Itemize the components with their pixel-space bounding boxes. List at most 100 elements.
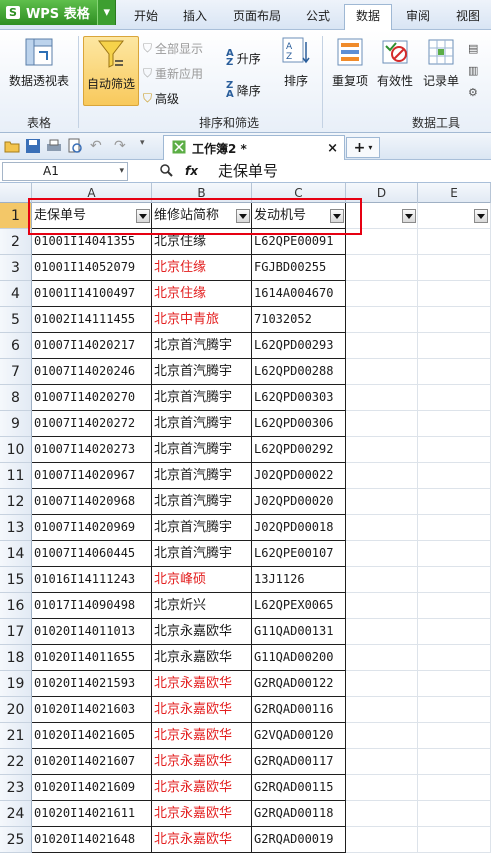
row-header[interactable]: 13: [0, 515, 32, 541]
column-header-d[interactable]: D: [346, 183, 418, 203]
name-box[interactable]: A1 ▾: [2, 162, 128, 181]
cell-station[interactable]: 北京永嘉欧华: [152, 619, 252, 645]
cell-order-no[interactable]: 01007I14020969: [32, 515, 152, 541]
cell-station[interactable]: 北京永嘉欧华: [152, 645, 252, 671]
row-header[interactable]: 5: [0, 307, 32, 333]
empty-cell[interactable]: [418, 593, 491, 619]
empty-cell[interactable]: [346, 619, 418, 645]
cell-station[interactable]: 北京永嘉欧华: [152, 749, 252, 775]
row-header[interactable]: 11: [0, 463, 32, 489]
cell-engine-no[interactable]: L62QPD00293: [252, 333, 346, 359]
wps-app-menu-button[interactable]: S WPS 表格 ▾: [0, 0, 116, 25]
cell-order-no[interactable]: 01020I14011655: [32, 645, 152, 671]
cell-engine-no[interactable]: G2RQAD00118: [252, 801, 346, 827]
column-header-c[interactable]: C: [252, 183, 346, 203]
cell-station[interactable]: 北京住缘: [152, 255, 252, 281]
empty-cell[interactable]: [418, 723, 491, 749]
cell-station[interactable]: 北京首汽腾宇: [152, 437, 252, 463]
empty-cell[interactable]: [418, 827, 491, 853]
print-preview-icon[interactable]: [67, 138, 83, 154]
row-header[interactable]: 15: [0, 567, 32, 593]
column-header-e[interactable]: E: [418, 183, 491, 203]
sort-descending-button[interactable]: ZA 降序: [226, 80, 261, 100]
row-header[interactable]: 4: [0, 281, 32, 307]
empty-cell[interactable]: [346, 437, 418, 463]
undo-icon[interactable]: ↶: [90, 138, 106, 154]
chevron-down-icon[interactable]: ▾: [140, 138, 156, 154]
row-header[interactable]: 17: [0, 619, 32, 645]
empty-cell[interactable]: [418, 255, 491, 281]
empty-cell[interactable]: [346, 593, 418, 619]
cell-engine-no[interactable]: G2RQAD00116: [252, 697, 346, 723]
cell-station[interactable]: 北京永嘉欧华: [152, 671, 252, 697]
row-header[interactable]: 16: [0, 593, 32, 619]
empty-cell[interactable]: [418, 515, 491, 541]
cell-order-no[interactable]: 01020I14021593: [32, 671, 152, 697]
empty-cell[interactable]: [418, 333, 491, 359]
duplicates-button[interactable]: 重复项: [328, 36, 372, 106]
cell-engine-no[interactable]: J02QPD00018: [252, 515, 346, 541]
insert-function-icon[interactable]: fx: [185, 164, 198, 178]
row-header[interactable]: 21: [0, 723, 32, 749]
cell-order-no[interactable]: 01001I14041355: [32, 229, 152, 255]
cell-station[interactable]: 北京首汽腾宇: [152, 333, 252, 359]
filter-dropdown-icon[interactable]: [136, 209, 150, 223]
cell-order-no[interactable]: 01020I14011013: [32, 619, 152, 645]
empty-cell[interactable]: [418, 437, 491, 463]
empty-cell[interactable]: [346, 723, 418, 749]
empty-cell[interactable]: [346, 281, 418, 307]
empty-cell[interactable]: [346, 307, 418, 333]
cell-order-no[interactable]: 01020I14021648: [32, 827, 152, 853]
close-icon[interactable]: ×: [327, 141, 338, 156]
row-header[interactable]: 7: [0, 359, 32, 385]
cell-station[interactable]: 北京首汽腾宇: [152, 359, 252, 385]
cell-station[interactable]: 北京首汽腾宇: [152, 411, 252, 437]
row-header[interactable]: 6: [0, 333, 32, 359]
cell-engine-no[interactable]: 1614A004670: [252, 281, 346, 307]
cell-engine-no[interactable]: G2RQAD00019: [252, 827, 346, 853]
row-header[interactable]: 18: [0, 645, 32, 671]
document-tab[interactable]: 工作簿2 * ×: [163, 135, 345, 160]
tab-data[interactable]: 数据: [344, 4, 392, 31]
row-header[interactable]: 12: [0, 489, 32, 515]
filter-dropdown-icon[interactable]: [330, 209, 344, 223]
cell-order-no[interactable]: 01007I14020217: [32, 333, 152, 359]
empty-cell[interactable]: [418, 801, 491, 827]
cell-order-no[interactable]: 01001I14100497: [32, 281, 152, 307]
empty-cell[interactable]: [418, 541, 491, 567]
header-cell-station[interactable]: 维修站简称: [152, 203, 252, 229]
empty-cell[interactable]: [346, 359, 418, 385]
tab-page-layout[interactable]: 页面布局: [222, 5, 292, 29]
cell-engine-no[interactable]: G2RQAD00122: [252, 671, 346, 697]
cell-order-no[interactable]: 01007I14020967: [32, 463, 152, 489]
cell-order-no[interactable]: 01020I14021603: [32, 697, 152, 723]
empty-cell[interactable]: [346, 515, 418, 541]
tab-review[interactable]: 审阅: [396, 5, 440, 29]
cell-station[interactable]: 北京永嘉欧华: [152, 723, 252, 749]
validity-button[interactable]: 有效性: [374, 36, 416, 106]
empty-cell[interactable]: [346, 489, 418, 515]
empty-cell[interactable]: [346, 827, 418, 853]
cell-engine-no[interactable]: FGJBD00255: [252, 255, 346, 281]
autofilter-button[interactable]: 自动筛选: [83, 36, 139, 106]
cell-order-no[interactable]: 01007I14020270: [32, 385, 152, 411]
row-header[interactable]: 19: [0, 671, 32, 697]
row-header[interactable]: 8: [0, 385, 32, 411]
empty-cell[interactable]: [418, 281, 491, 307]
cell-engine-no[interactable]: L62QPD00288: [252, 359, 346, 385]
cell-order-no[interactable]: 01007I14020272: [32, 411, 152, 437]
empty-cell[interactable]: [346, 229, 418, 255]
tab-home[interactable]: 开始: [124, 5, 168, 29]
empty-cell[interactable]: [418, 411, 491, 437]
cell-order-no[interactable]: 01007I14020246: [32, 359, 152, 385]
cell-station[interactable]: 北京首汽腾宇: [152, 515, 252, 541]
cell-order-no[interactable]: 01007I14020273: [32, 437, 152, 463]
empty-cell[interactable]: [346, 541, 418, 567]
cell-station[interactable]: 北京住缘: [152, 281, 252, 307]
cell-order-no[interactable]: 01007I14060445: [32, 541, 152, 567]
empty-cell[interactable]: [346, 333, 418, 359]
tab-formula[interactable]: 公式: [296, 5, 340, 29]
column-header-a[interactable]: A: [32, 183, 152, 203]
tab-view[interactable]: 视图: [446, 5, 490, 29]
open-folder-icon[interactable]: [4, 138, 20, 154]
